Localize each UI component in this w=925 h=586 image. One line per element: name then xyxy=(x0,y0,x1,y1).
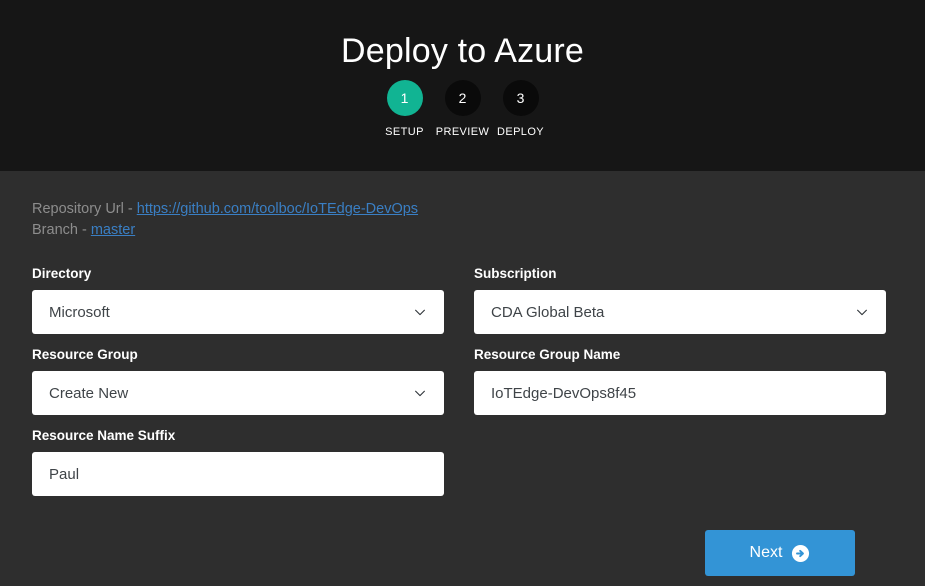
field-resource-name-suffix: Resource Name Suffix Paul xyxy=(32,427,444,496)
subscription-select[interactable]: CDA Global Beta xyxy=(474,290,886,334)
arrow-right-circle-icon xyxy=(791,544,810,563)
setup-form-grid: Directory Microsoft Subscription CDA Glo… xyxy=(32,265,893,508)
field-resource-group: Resource Group Create New xyxy=(32,346,444,415)
directory-select-value: Microsoft xyxy=(49,303,110,321)
field-resource-group-name: Resource Group Name IoTEdge-DevOps8f45 xyxy=(474,346,886,415)
form-actions: Next xyxy=(32,508,893,576)
label-directory: Directory xyxy=(32,266,92,281)
repository-url-line: Repository Url - https://github.com/tool… xyxy=(32,199,893,220)
label-subscription: Subscription xyxy=(474,266,557,281)
setup-form-panel: Repository Url - https://github.com/tool… xyxy=(0,171,925,576)
form-grid-spacer xyxy=(474,427,886,508)
stepper-step-preview[interactable]: 2 PREVIEW xyxy=(434,80,492,138)
stepper-step-setup[interactable]: 1 SETUP xyxy=(376,80,434,138)
resource-group-name-input[interactable]: IoTEdge-DevOps8f45 xyxy=(474,371,886,415)
repository-branch-label: Branch - xyxy=(32,222,91,238)
resource-name-suffix-value: Paul xyxy=(49,465,80,483)
chevron-down-icon xyxy=(413,305,427,319)
step-circle-1: 1 xyxy=(386,80,423,116)
resource-group-select[interactable]: Create New xyxy=(32,371,444,415)
chevron-down-icon xyxy=(855,305,869,319)
directory-select[interactable]: Microsoft xyxy=(32,290,444,334)
field-directory: Directory Microsoft xyxy=(32,265,444,334)
label-resource-group: Resource Group xyxy=(32,347,138,362)
resource-group-select-value: Create New xyxy=(49,384,129,402)
step-label-deploy: DEPLOY xyxy=(496,126,545,138)
repository-url-label: Repository Url - xyxy=(32,201,137,217)
subscription-select-value: CDA Global Beta xyxy=(491,303,605,321)
page-header: Deploy to Azure 1 SETUP 2 PREVIEW 3 DEPL… xyxy=(0,0,925,171)
label-resource-name-suffix: Resource Name Suffix xyxy=(32,428,176,443)
next-button[interactable]: Next xyxy=(705,530,855,576)
label-resource-group-name: Resource Group Name xyxy=(474,347,621,362)
repository-info: Repository Url - https://github.com/tool… xyxy=(32,199,893,241)
repository-url-link[interactable]: https://github.com/toolboc/IoTEdge-DevOp… xyxy=(137,201,418,217)
page-title: Deploy to Azure xyxy=(340,32,585,70)
resource-group-name-value: IoTEdge-DevOps8f45 xyxy=(491,384,637,402)
chevron-down-icon xyxy=(413,386,427,400)
field-subscription: Subscription CDA Global Beta xyxy=(474,265,886,334)
step-circle-3: 3 xyxy=(502,80,539,116)
step-label-preview: PREVIEW xyxy=(435,126,490,138)
repository-branch-link[interactable]: master xyxy=(91,222,135,238)
step-label-setup: SETUP xyxy=(385,126,424,138)
repository-branch-line: Branch - master xyxy=(32,220,893,241)
step-circle-2: 2 xyxy=(444,80,481,116)
wizard-stepper: 1 SETUP 2 PREVIEW 3 DEPLOY xyxy=(376,80,550,138)
stepper-step-deploy[interactable]: 3 DEPLOY xyxy=(492,80,550,138)
next-button-label: Next xyxy=(749,544,783,561)
resource-name-suffix-input[interactable]: Paul xyxy=(32,452,444,496)
